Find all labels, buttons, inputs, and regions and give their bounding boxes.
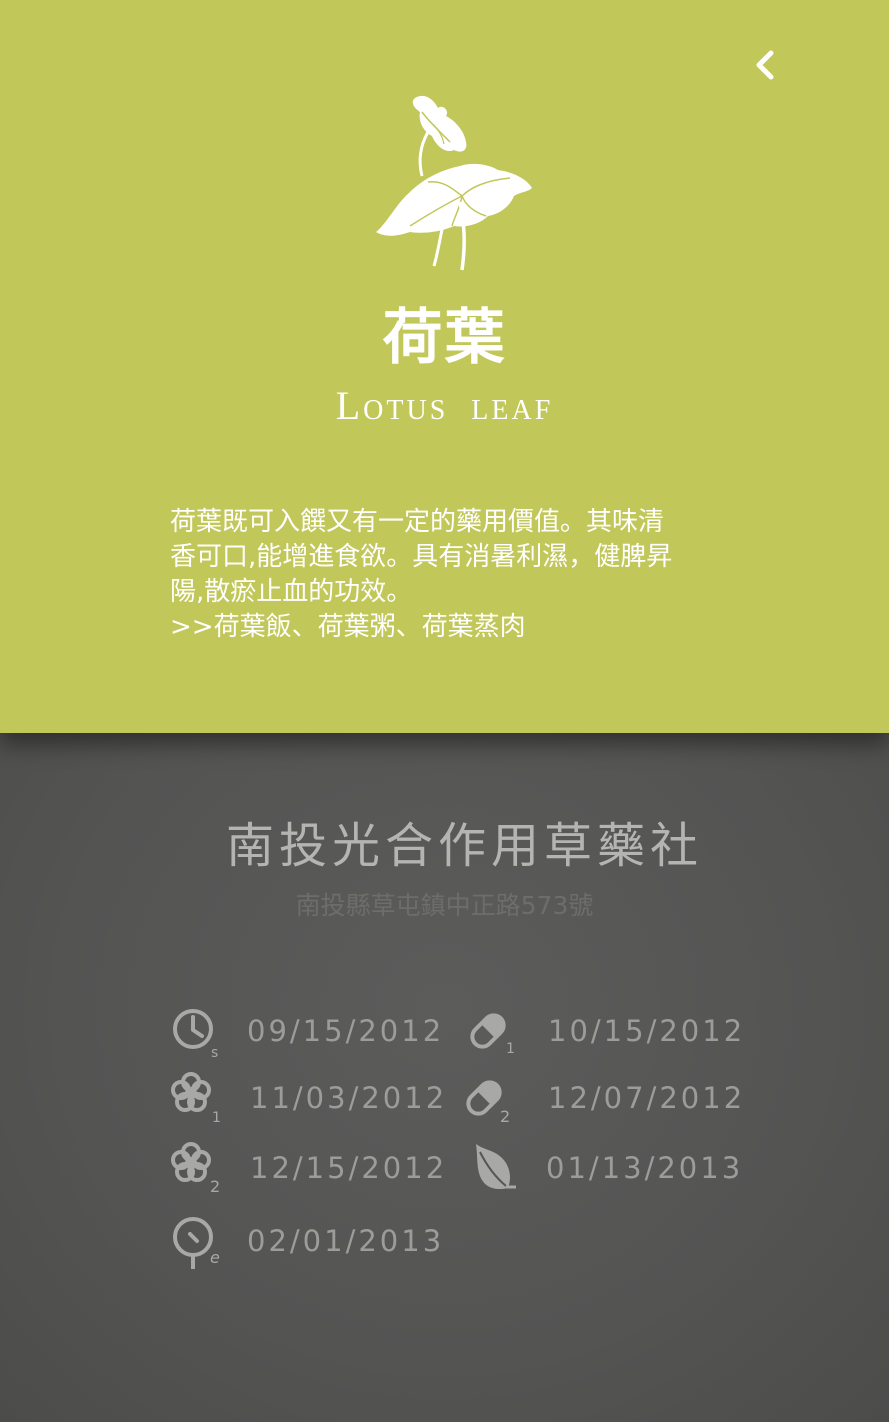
capsule-icon: 1 bbox=[470, 1013, 515, 1057]
icon-subscript: 2 bbox=[210, 1177, 220, 1196]
schedule-date: 02/01/2013 bbox=[247, 1224, 445, 1258]
schedule-date: 12/15/2012 bbox=[250, 1151, 448, 1185]
description-line: >>荷葉飯、荷葉粥、荷葉蒸肉 bbox=[170, 612, 526, 642]
schedule-item-flower-1: 1 11/03/2012 bbox=[170, 1070, 444, 1126]
icon-subscript: 2 bbox=[500, 1107, 510, 1126]
schedule-item-capsule-1: 1 10/15/2012 bbox=[468, 1003, 742, 1059]
herb-description: 荷葉既可入饌又有一定的藥用價值。其味清 香可口,能增進食欲。具有消暑利濕，健脾昇… bbox=[170, 505, 730, 645]
capsule-icon: 2 bbox=[466, 1080, 510, 1126]
shop-info-panel: 南投光合作用草藥社 南投縣草屯鎮中正路573號 s 09/15/2012 1 1… bbox=[0, 733, 889, 1422]
description-line: 香可口,能增進食欲。具有消暑利濕，健脾昇 bbox=[170, 542, 673, 572]
schedule-date: 10/15/2012 bbox=[548, 1014, 746, 1048]
flower-icon: 1 bbox=[171, 1072, 221, 1126]
flower-icon: 2 bbox=[171, 1142, 220, 1196]
lotus-leaf-icon bbox=[376, 95, 532, 271]
back-button[interactable] bbox=[740, 40, 790, 90]
herb-header-panel: 荷葉 Lotus leaf 荷葉既可入饌又有一定的藥用價值。其味清 香可口,能增… bbox=[0, 0, 889, 733]
schedule-item-leaf: 01/13/2013 bbox=[470, 1140, 740, 1196]
clock-start-icon: s bbox=[173, 1009, 218, 1059]
schedule-item-start: s 09/15/2012 bbox=[170, 1003, 441, 1059]
schedule-item-end: e 02/01/2013 bbox=[170, 1213, 441, 1269]
schedule-date: 09/15/2012 bbox=[247, 1014, 445, 1048]
herb-name-english: Lotus leaf bbox=[335, 383, 554, 428]
icon-subscript: 1 bbox=[506, 1041, 515, 1057]
chevron-left-icon bbox=[756, 50, 774, 80]
icon-subscript: s bbox=[211, 1045, 218, 1059]
icon-subscript: e bbox=[210, 1248, 220, 1267]
description-line: 荷葉既可入饌又有一定的藥用價值。其味清 bbox=[170, 507, 665, 537]
shop-address: 南投縣草屯鎮中正路573號 bbox=[295, 891, 594, 920]
description-line: 陽,散瘀止血的功效。 bbox=[170, 577, 413, 607]
schedule-date: 01/13/2013 bbox=[546, 1151, 744, 1185]
leaf-icon bbox=[476, 1144, 516, 1190]
schedule-item-flower-2: 2 12/15/2012 bbox=[170, 1140, 444, 1196]
shop-name: 南投光合作用草藥社 bbox=[225, 818, 703, 874]
schedule-date: 11/03/2012 bbox=[250, 1081, 448, 1115]
timer-end-icon: e bbox=[173, 1217, 220, 1269]
schedule-item-capsule-2: 2 12/07/2012 bbox=[464, 1070, 742, 1126]
herb-name-chinese: 荷葉 bbox=[382, 303, 507, 373]
icon-subscript: 1 bbox=[212, 1110, 221, 1126]
schedule-date: 12/07/2012 bbox=[548, 1081, 746, 1115]
